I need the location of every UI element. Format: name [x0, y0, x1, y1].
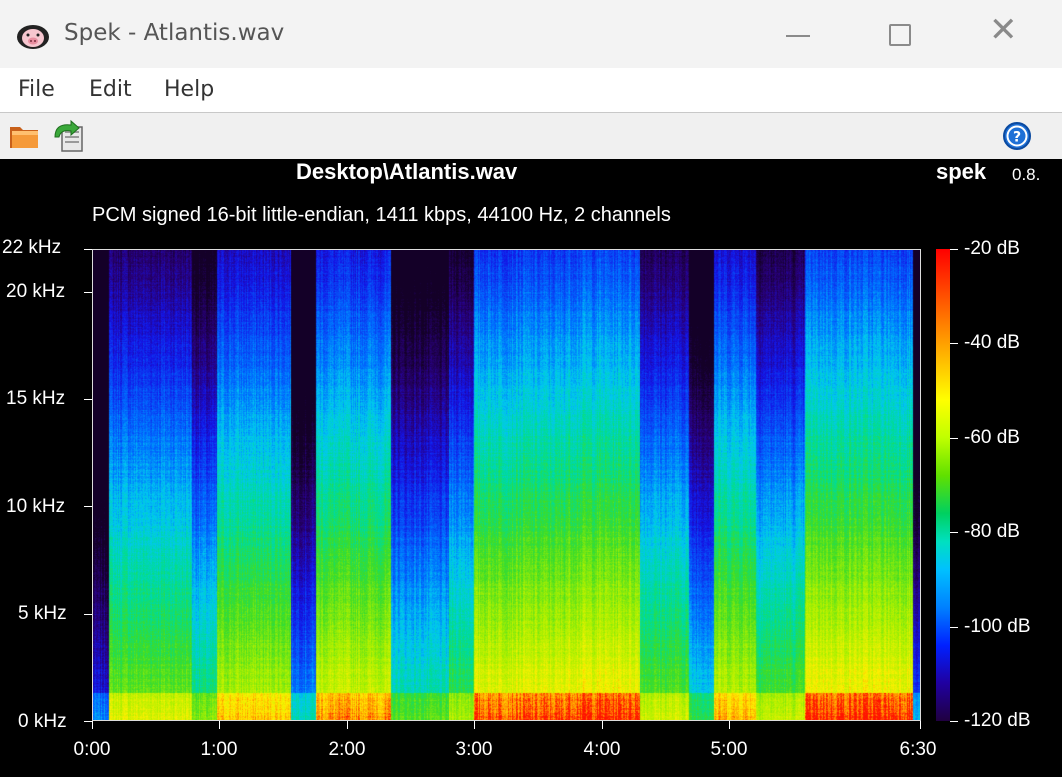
y-tick — [84, 399, 92, 400]
close-button[interactable]: ✕ — [955, 0, 1055, 68]
y-tick — [84, 721, 92, 722]
x-tick — [920, 721, 921, 729]
spek-version: 0.8. — [1012, 165, 1041, 184]
x-tick — [729, 721, 730, 729]
colorbar-label: -40 dB — [964, 332, 1020, 353]
help-icon[interactable]: ? — [1002, 121, 1032, 151]
menu-bar: File Edit Help — [0, 68, 1062, 113]
open-folder-icon[interactable] — [8, 121, 42, 151]
colorbar-tick — [950, 721, 958, 722]
file-path: Desktop\Atlantis.wav — [296, 159, 518, 184]
y-tick — [84, 506, 92, 507]
colorbar-tick — [950, 532, 958, 533]
spek-brand: spek — [936, 159, 987, 184]
y-tick-label: 20 kHz — [6, 281, 66, 302]
y-tick-label: 15 kHz — [6, 388, 66, 409]
x-tick-label: 3:00 — [455, 739, 493, 760]
x-tick-label: 4:00 — [583, 739, 621, 760]
redacted-path-mask — [80, 159, 300, 187]
reload-icon[interactable] — [52, 119, 86, 153]
spek-window: Spek - Atlantis.wav ✕ File Edit Help ? D… — [0, 0, 1062, 777]
colorbar-tick — [950, 343, 958, 344]
x-tick-label: 5:00 — [710, 739, 748, 760]
x-tick — [347, 721, 348, 729]
y-tick-label: 0 kHz — [18, 711, 67, 732]
colorbar-label: -80 dB — [964, 521, 1020, 542]
x-tick-label: 2:00 — [328, 739, 366, 760]
close-icon: ✕ — [989, 10, 1018, 50]
y-tick-label: 10 kHz — [6, 496, 66, 517]
y-tick-label: 22 kHz — [2, 237, 62, 258]
x-tick — [602, 721, 603, 729]
colorbar-label: -100 dB — [964, 616, 1031, 637]
x-tick — [474, 721, 475, 729]
spectrogram-heatmap[interactable] — [92, 249, 921, 721]
minimize-button[interactable] — [750, 0, 850, 68]
colorbar-tick — [950, 438, 958, 439]
stream-info: PCM signed 16-bit little-endian, 1411 kb… — [92, 204, 671, 226]
menu-file[interactable]: File — [18, 77, 55, 102]
title-bar[interactable]: Spek - Atlantis.wav ✕ — [0, 0, 1062, 68]
spectrogram-view: Desktop\Atlantis.wav spek 0.8. PCM signe… — [0, 159, 1062, 777]
colorbar-label: -60 dB — [964, 427, 1020, 448]
y-tick — [84, 614, 92, 615]
x-tick-label: 6:30 — [899, 739, 937, 760]
menu-help[interactable]: Help — [164, 77, 214, 102]
window-title: Spek - Atlantis.wav — [64, 20, 285, 46]
db-colorbar — [936, 249, 950, 721]
menu-edit[interactable]: Edit — [89, 77, 132, 102]
y-tick-label: 5 kHz — [18, 603, 67, 624]
svg-text:?: ? — [1013, 130, 1021, 146]
colorbar-label: -120 dB — [964, 710, 1031, 731]
colorbar-tick — [950, 249, 958, 250]
x-tick-label: 1:00 — [200, 739, 238, 760]
x-tick — [92, 721, 93, 729]
y-tick — [84, 249, 92, 250]
y-tick — [84, 292, 92, 293]
x-tick — [219, 721, 220, 729]
colorbar-label: -20 dB — [964, 238, 1020, 259]
x-tick-label: 0:00 — [73, 739, 111, 760]
maximize-button[interactable] — [850, 0, 950, 68]
toolbar: ? — [0, 113, 1062, 159]
colorbar-tick — [950, 627, 958, 628]
pig-app-icon — [17, 25, 49, 49]
